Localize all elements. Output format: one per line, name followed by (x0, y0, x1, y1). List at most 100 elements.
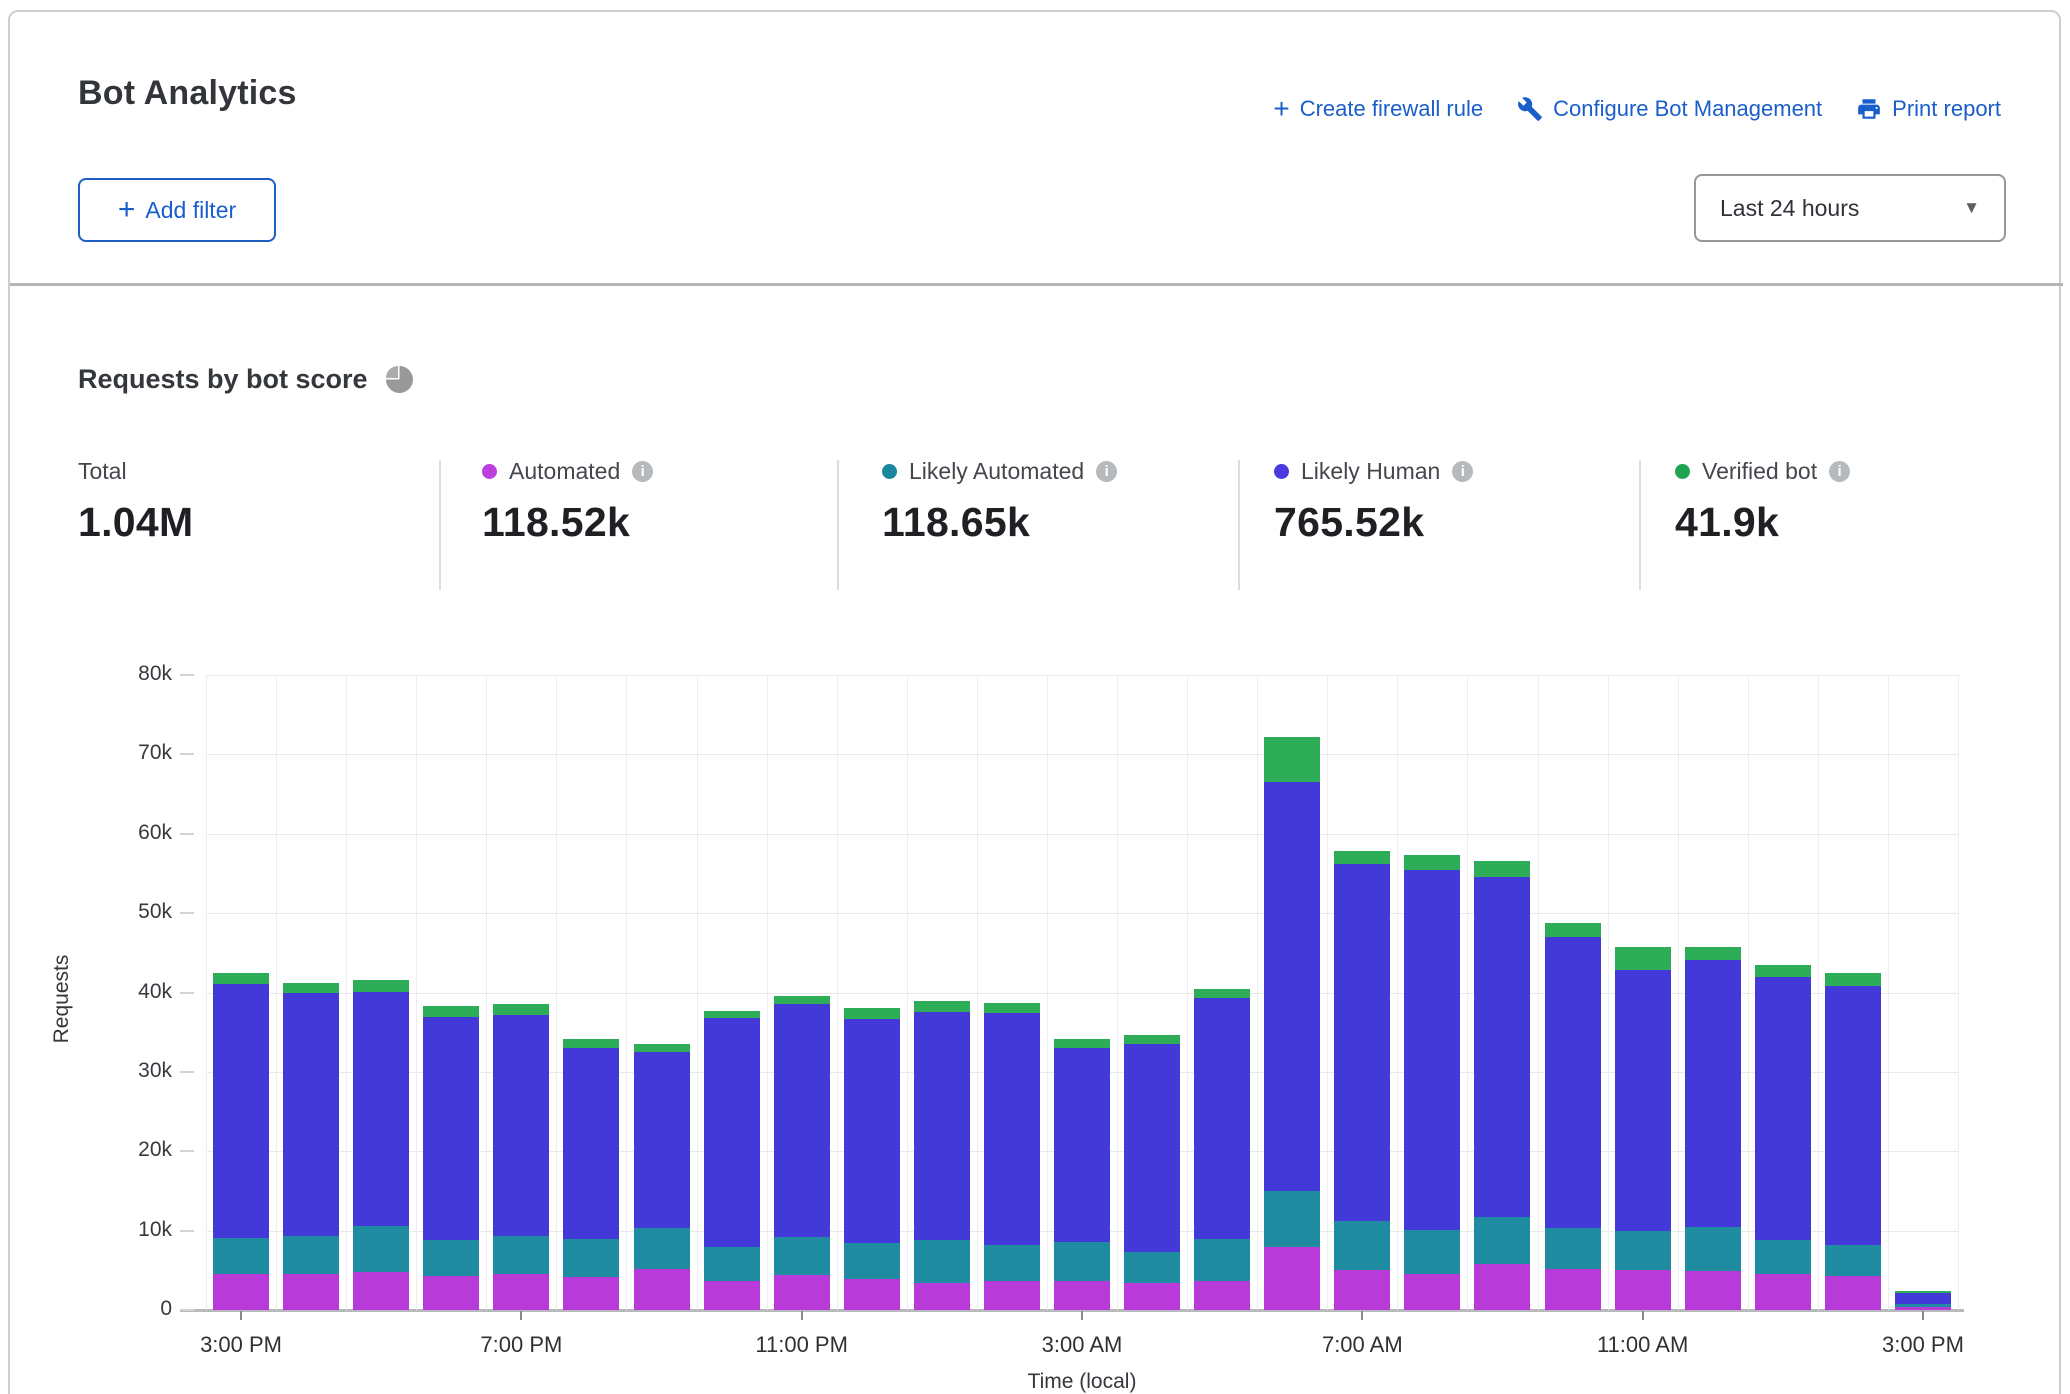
x-axis-title: Time (local) (982, 1370, 1182, 1394)
legend-item-verified-bot: Verified bot i 41.9k (1675, 457, 1850, 546)
bar-segment-verified-bot (563, 1039, 619, 1049)
stat-separator (1639, 460, 1641, 590)
bar-segment-likely-human (1615, 970, 1671, 1231)
x-axis-tick-label: 3:00 PM (1853, 1332, 1993, 1358)
bar-segment-automated (1895, 1307, 1951, 1310)
verified-bot-value: 41.9k (1675, 499, 1850, 546)
bot-analytics-screen: Bot Analytics + Create firewall rule Con… (0, 0, 2070, 1394)
create-firewall-rule-label: Create firewall rule (1300, 96, 1483, 122)
create-firewall-rule-link[interactable]: + Create firewall rule (1273, 96, 1483, 122)
stat-separator (439, 460, 441, 590)
x-axis-tick-label: 7:00 AM (1292, 1332, 1432, 1358)
printer-icon (1856, 96, 1882, 122)
likely-human-dot-icon (1274, 464, 1289, 479)
automated-dot-icon (482, 464, 497, 479)
y-axis-tick-label: 60k (102, 821, 172, 845)
bar-segment-likely-automated (984, 1245, 1040, 1282)
bar-segment-likely-automated (914, 1240, 970, 1283)
bar-segment-verified-bot (1054, 1039, 1110, 1049)
bar-segment-likely-human (493, 1015, 549, 1236)
bar-segment-automated (1685, 1271, 1741, 1310)
bar-segment-likely-human (1895, 1293, 1951, 1304)
bar-segment-likely-human (423, 1017, 479, 1240)
bar-segment-likely-human (1194, 998, 1250, 1239)
bar-segment-automated (1825, 1276, 1881, 1310)
x-axis-tick-label: 7:00 PM (451, 1332, 591, 1358)
bar-segment-verified-bot (1194, 989, 1250, 999)
x-axis-tick-label: 3:00 PM (171, 1332, 311, 1358)
bar-segment-automated (1054, 1281, 1110, 1310)
bar-segment-automated (844, 1279, 900, 1310)
bar-segment-automated (1334, 1270, 1390, 1310)
info-icon[interactable]: i (1096, 461, 1117, 482)
x-axis-tick (1081, 1311, 1083, 1320)
info-icon[interactable]: i (1829, 461, 1850, 482)
bar-segment-verified-bot (1825, 973, 1881, 986)
configure-bot-management-link[interactable]: Configure Bot Management (1517, 96, 1822, 122)
bar-segment-likely-human (283, 993, 339, 1236)
bar-segment-likely-human (914, 1012, 970, 1241)
y-axis-title: Requests (50, 939, 74, 1059)
likely-automated-label: Likely Automated (909, 458, 1084, 485)
automated-value: 118.52k (482, 499, 653, 546)
verified-bot-dot-icon (1675, 464, 1690, 479)
info-icon[interactable]: i (1452, 461, 1473, 482)
y-axis-tick (180, 1230, 194, 1232)
bar-segment-verified-bot (634, 1044, 690, 1052)
x-axis-tick (240, 1311, 242, 1320)
chevron-down-icon: ▼ (1963, 198, 1980, 218)
likely-human-value: 765.52k (1274, 499, 1473, 546)
bar-segment-verified-bot (1474, 861, 1530, 877)
bar-segment-likely-human (1825, 986, 1881, 1245)
bar-segment-likely-automated (1404, 1230, 1460, 1274)
stat-total-label: Total (78, 458, 127, 485)
bar-segment-automated (1755, 1274, 1811, 1310)
info-icon[interactable]: i (632, 461, 653, 482)
y-axis-tick (180, 992, 194, 994)
print-report-link[interactable]: Print report (1856, 96, 2001, 122)
bar-segment-likely-automated (634, 1228, 690, 1268)
bar-segment-automated (423, 1276, 479, 1310)
bar-segment-verified-bot (704, 1011, 760, 1018)
bar-segment-likely-automated (1895, 1304, 1951, 1307)
bar-segment-automated (984, 1281, 1040, 1310)
y-axis-tick-label: 70k (102, 741, 172, 765)
bar-segment-verified-bot (1755, 965, 1811, 977)
bar-segment-likely-automated (1615, 1231, 1671, 1270)
bar-segment-automated (704, 1281, 760, 1310)
legend-item-likely-automated: Likely Automated i 118.65k (882, 457, 1117, 546)
bot-analytics-card: Bot Analytics + Create firewall rule Con… (8, 10, 2061, 1394)
bar-segment-verified-bot (1404, 855, 1460, 870)
bar-segment-likely-automated (1755, 1240, 1811, 1274)
bar-segment-likely-automated (1685, 1227, 1741, 1271)
y-axis-tick-label: 30k (102, 1059, 172, 1083)
add-filter-button[interactable]: + Add filter (78, 178, 276, 242)
plus-icon: + (1273, 99, 1289, 119)
bar-segment-likely-human (1264, 782, 1320, 1191)
bar-segment-likely-human (1755, 977, 1811, 1241)
bar-segment-likely-human (1334, 864, 1390, 1221)
y-axis-tick (180, 1309, 194, 1311)
bar-segment-likely-human (1474, 877, 1530, 1218)
bar-segment-likely-human (1685, 960, 1741, 1227)
stat-total-value: 1.04M (78, 499, 193, 546)
likely-human-label: Likely Human (1301, 458, 1440, 485)
likely-automated-value: 118.65k (882, 499, 1117, 546)
bar-segment-verified-bot (1264, 737, 1320, 782)
header-actions: + Create firewall rule Configure Bot Man… (1273, 96, 2001, 122)
add-filter-label: Add filter (145, 197, 236, 224)
automated-label: Automated (509, 458, 620, 485)
bar-segment-verified-bot (984, 1003, 1040, 1013)
bar-segment-verified-bot (213, 973, 269, 984)
y-axis-tick (180, 1150, 194, 1152)
grid-line-vertical (1958, 675, 1959, 1310)
bar-segment-likely-human (353, 992, 409, 1226)
time-range-select[interactable]: Last 24 hours ▼ (1694, 174, 2006, 242)
page-title: Bot Analytics (78, 74, 297, 113)
section-title-text: Requests by bot score (78, 364, 368, 395)
bar-segment-verified-bot (1124, 1035, 1180, 1045)
bar-segment-automated (493, 1274, 549, 1310)
bar-segment-automated (914, 1283, 970, 1310)
bar-segment-likely-automated (493, 1236, 549, 1274)
bar-segment-likely-automated (774, 1237, 830, 1275)
